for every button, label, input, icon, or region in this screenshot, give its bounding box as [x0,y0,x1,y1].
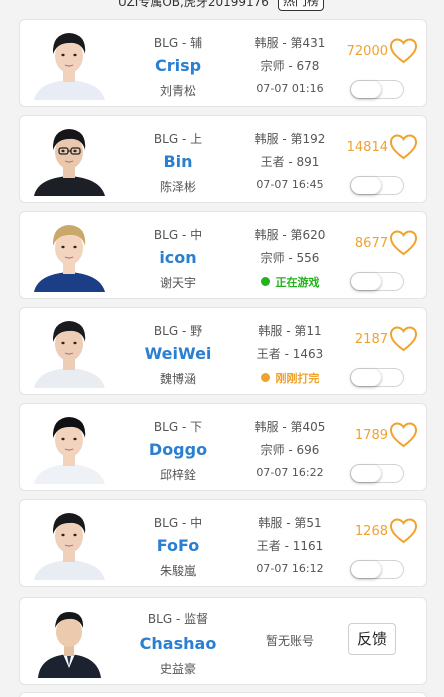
player-card[interactable]: BLG - 中 icon 谢天宇 韩服 - 第620 宗师 - 556 正在游戏 8677 [19,211,427,299]
player-server: 韩服 - 第620 [254,228,326,242]
player-server: 韩服 - 第405 [254,420,326,434]
player-name[interactable]: Bin [128,152,228,171]
notify-toggle[interactable] [350,176,404,195]
player-name[interactable]: icon [128,248,228,267]
like-count: 1789 [354,428,388,443]
status-dot-icon [260,373,270,382]
staff-real-name: 史益豪 [159,662,196,676]
player-team: BLG - 野 [153,324,203,338]
player-card[interactable]: BLG - 上 Bin 陈泽彬 韩服 - 第192 王者 - 891 07-07 16:4… [19,115,427,203]
heart-icon[interactable] [389,37,418,65]
player-real-name: 陈泽彬 [159,180,196,194]
player-avatar [32,508,107,580]
player-team: BLG - 上 [153,132,203,146]
player-status-text: 07-07 16:22 [256,466,324,479]
toggle-knob [351,369,381,386]
player-name[interactable]: FoFo [128,536,228,555]
player-avatar [32,220,107,292]
player-status-text: 刚刚打完 [275,372,320,385]
heart-icon[interactable] [389,517,418,545]
heart-icon[interactable] [389,421,418,449]
player-rank: 王者 - 891 [260,155,320,169]
player-card[interactable]: BLG - 中 FoFo 朱駿嵐 韩服 - 第51 王者 - 1161 07-07 16:… [19,499,427,587]
player-real-name: 朱駿嵐 [159,564,196,578]
player-avatar [32,412,107,484]
player-status: 07-07 16:45 [240,178,340,191]
like-count: 14814 [346,140,388,155]
player-real-name: 魏博涵 [159,372,196,386]
player-team: BLG - 中 [153,228,203,242]
player-card[interactable]: BLG - 下 Doggo 邱梓銓 韩服 - 第405 宗师 - 696 07-07 16… [19,403,427,491]
player-avatar [32,124,107,196]
player-avatar [32,28,107,100]
like-count: 72000 [346,44,388,59]
player-status: 07-07 16:22 [240,466,340,479]
toggle-knob [351,81,381,98]
hot-list-button[interactable]: 热门榜 [278,0,325,11]
notify-toggle[interactable] [350,272,404,291]
player-status: 07-07 16:12 [240,562,340,575]
staff-card: BLG - 监督 Chashao 史益豪 暂无账号 反馈 [19,597,427,685]
next-card-partial [19,692,427,697]
like-count: 2187 [354,332,388,347]
notify-toggle[interactable] [350,368,404,387]
player-name[interactable]: Crisp [128,56,228,75]
top-bar: UZI专属OB,虎牙20199176 热门榜 [0,0,444,14]
player-real-name: 邱梓銓 [159,468,196,482]
staff-team: BLG - 监督 [147,612,209,626]
toggle-knob [351,177,381,194]
feedback-button[interactable]: 反馈 [348,623,396,655]
player-rank: 宗师 - 696 [260,443,320,457]
notify-toggle[interactable] [350,464,404,483]
status-dot-icon [260,277,270,286]
player-server: 韩服 - 第51 [258,516,322,530]
notify-toggle[interactable] [350,560,404,579]
staff-avatar [32,606,107,678]
player-rank: 宗师 - 678 [260,59,320,73]
notify-toggle[interactable] [350,80,404,99]
player-status-text: 07-07 16:45 [256,178,324,191]
like-count: 1268 [354,524,388,539]
player-rank: 王者 - 1463 [256,347,324,361]
heart-icon[interactable] [389,133,418,161]
toggle-knob [351,465,381,482]
player-rank: 王者 - 1161 [256,539,324,553]
player-name[interactable]: WeiWei [128,344,228,363]
stream-ticker: UZI专属OB,虎牙20199176 [118,0,269,9]
player-server: 韩服 - 第192 [254,132,326,146]
player-status-text: 正在游戏 [275,276,320,289]
player-status-text: 07-07 16:12 [256,562,324,575]
heart-icon[interactable] [389,229,418,257]
no-account-text: 暂无账号 [265,634,314,648]
toggle-knob [351,561,381,578]
like-count: 8677 [354,236,388,251]
player-status-text: 07-07 01:16 [256,82,324,95]
player-card[interactable]: BLG - 野 WeiWei 魏博涵 韩服 - 第11 王者 - 1463 刚刚打完 218… [19,307,427,395]
player-real-name: 刘青松 [159,84,196,98]
player-rank: 宗师 - 556 [260,251,320,265]
player-status: 刚刚打完 [240,370,340,386]
player-status: 正在游戏 [240,274,340,290]
player-name[interactable]: Doggo [128,440,228,459]
player-real-name: 谢天宇 [159,276,196,290]
toggle-knob [351,273,381,290]
player-server: 韩服 - 第11 [258,324,322,338]
player-team: BLG - 下 [153,420,203,434]
heart-icon[interactable] [389,325,418,353]
staff-name[interactable]: Chashao [128,634,228,653]
player-server: 韩服 - 第431 [254,36,326,50]
player-team: BLG - 辅 [153,36,203,50]
player-team: BLG - 中 [153,516,203,530]
player-avatar [32,316,107,388]
player-card[interactable]: BLG - 辅 Crisp 刘青松 韩服 - 第431 宗师 - 678 07-07 01… [19,19,427,107]
player-status: 07-07 01:16 [240,82,340,95]
